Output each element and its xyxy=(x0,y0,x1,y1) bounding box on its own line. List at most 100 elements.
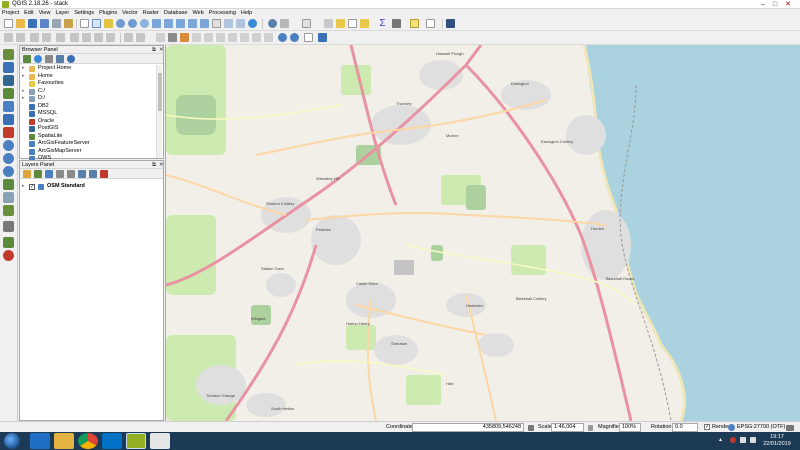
label-pin-icon[interactable] xyxy=(168,33,177,42)
add-wcs-layer-icon[interactable] xyxy=(3,153,14,164)
csw-icon[interactable] xyxy=(304,33,313,42)
identify-icon[interactable] xyxy=(268,19,277,28)
measure-icon[interactable] xyxy=(392,19,401,28)
add-vector-layer-icon[interactable] xyxy=(3,49,14,60)
browser-item[interactable]: PostGIS xyxy=(20,125,155,133)
expand-arrow-icon[interactable]: ▸ xyxy=(22,65,25,73)
save-as-icon[interactable] xyxy=(40,19,49,28)
browser-item[interactable]: SpatiaLite xyxy=(20,133,155,141)
minimize-button[interactable]: – xyxy=(758,0,768,9)
filter-icon[interactable] xyxy=(45,55,53,63)
label-change-icon[interactable] xyxy=(228,33,237,42)
undo-icon[interactable] xyxy=(124,33,133,42)
add-mssql-layer-icon[interactable] xyxy=(3,101,14,112)
style-icon[interactable] xyxy=(23,170,31,178)
volume-icon[interactable] xyxy=(750,437,756,443)
new-spatialite-icon[interactable] xyxy=(3,237,14,248)
info-icon[interactable] xyxy=(67,55,75,63)
plugin-icon[interactable] xyxy=(446,19,455,28)
map-tips-icon[interactable] xyxy=(410,19,419,28)
maximize-button[interactable]: □ xyxy=(770,0,780,9)
magnifier-field[interactable]: 100% xyxy=(619,423,641,432)
print-composer-icon[interactable] xyxy=(52,19,61,28)
cut-icon[interactable] xyxy=(82,33,91,42)
paste-icon[interactable] xyxy=(106,33,115,42)
scale-field[interactable]: 1:46,004 xyxy=(551,423,584,432)
outlook-icon[interactable] xyxy=(102,433,122,449)
manage-themes-icon[interactable] xyxy=(45,170,53,178)
gps-icon[interactable] xyxy=(3,250,14,261)
add-virtual-layer-icon[interactable] xyxy=(3,192,14,203)
chrome-icon[interactable] xyxy=(78,433,98,449)
tray-icons[interactable]: ▲ xyxy=(718,437,723,444)
render-checkbox[interactable]: ✓ xyxy=(704,424,710,430)
tray-app-icon[interactable] xyxy=(730,437,736,443)
browser-item[interactable]: ArcGisFeatureServer xyxy=(20,140,155,148)
remove-layer-icon[interactable] xyxy=(100,170,108,178)
zoom-last-icon[interactable] xyxy=(188,19,197,28)
expand-all-icon[interactable] xyxy=(78,170,86,178)
add-group-icon[interactable] xyxy=(34,170,42,178)
move-feature-icon[interactable] xyxy=(42,33,51,42)
collapse-all-icon[interactable] xyxy=(56,55,64,63)
close-panel-icon[interactable]: ✕ xyxy=(159,46,164,54)
lock-scale-icon[interactable] xyxy=(588,425,593,431)
label-rotate-icon[interactable] xyxy=(216,33,225,42)
bookmark-icon[interactable] xyxy=(224,19,233,28)
save-edits-icon[interactable] xyxy=(16,33,25,42)
label-move-icon[interactable] xyxy=(204,33,213,42)
browser-item[interactable]: ▸ Project Home xyxy=(20,65,155,73)
add-delimited-text-icon[interactable] xyxy=(3,179,14,190)
open-project-icon[interactable] xyxy=(16,19,25,28)
zoom-out-icon[interactable] xyxy=(128,19,137,28)
menu-raster[interactable]: Raster xyxy=(143,9,159,17)
pencil-icon[interactable] xyxy=(4,33,13,42)
browser-item[interactable]: Oracle xyxy=(20,118,155,126)
select-by-expression-icon[interactable] xyxy=(324,19,333,28)
refresh-icon[interactable] xyxy=(34,55,42,63)
menu-database[interactable]: Database xyxy=(164,9,188,17)
attribute-table-icon[interactable] xyxy=(348,19,357,28)
add-feature-icon[interactable] xyxy=(30,33,39,42)
diagram-icon[interactable] xyxy=(264,33,273,42)
internet-explorer-icon[interactable] xyxy=(30,433,50,449)
label-highlight-icon[interactable] xyxy=(180,33,189,42)
menu-vector[interactable]: Vector xyxy=(122,9,138,17)
add-wfs-layer-icon[interactable] xyxy=(3,166,14,177)
menu-plugins[interactable]: Plugins xyxy=(99,9,117,17)
zoom-full-icon[interactable] xyxy=(152,19,161,28)
web-icon[interactable] xyxy=(290,33,299,42)
qgis-taskbar-icon[interactable] xyxy=(126,433,146,449)
layer-item[interactable]: ▸ ✓ OSM Standard xyxy=(20,183,155,191)
copy-icon[interactable] xyxy=(94,33,103,42)
float-panel-icon[interactable]: ⧉ xyxy=(152,46,156,54)
composer-manager-icon[interactable] xyxy=(64,19,73,28)
touch-icon[interactable] xyxy=(104,19,113,28)
zoom-native-icon[interactable] xyxy=(140,19,149,28)
label-properties-icon[interactable] xyxy=(240,33,249,42)
new-project-icon[interactable] xyxy=(4,19,13,28)
add-wms-layer-icon[interactable] xyxy=(3,140,14,151)
toggle-extents-icon[interactable] xyxy=(528,425,534,431)
field-calculator-icon[interactable] xyxy=(360,19,369,28)
browser-item[interactable]: ▸ Home xyxy=(20,73,155,81)
label-unpinned-icon[interactable] xyxy=(252,33,261,42)
browser-item[interactable]: ArcGisMapServer xyxy=(20,148,155,156)
zoom-layer-icon[interactable] xyxy=(176,19,185,28)
redo-icon[interactable] xyxy=(136,33,145,42)
new-map-view-icon[interactable] xyxy=(212,19,221,28)
node-tool-icon[interactable] xyxy=(56,33,65,42)
menu-processing[interactable]: Processing xyxy=(209,9,236,17)
filter-expression-icon[interactable] xyxy=(67,170,75,178)
acrobat-icon[interactable] xyxy=(150,433,170,449)
browser-item[interactable]: ▸ C:/ xyxy=(20,88,155,96)
expand-arrow-icon[interactable]: ▸ xyxy=(22,95,25,103)
delete-selected-icon[interactable] xyxy=(70,33,79,42)
browser-scrollbar[interactable] xyxy=(156,65,162,158)
new-temporary-layer-icon[interactable] xyxy=(3,221,14,232)
zoom-next-icon[interactable] xyxy=(200,19,209,28)
close-panel-icon[interactable]: ✕ xyxy=(159,161,164,169)
browser-item[interactable]: MSSQL xyxy=(20,110,155,118)
refresh-icon[interactable] xyxy=(248,19,257,28)
coordinate-field[interactable]: 435809,546248 xyxy=(412,423,524,432)
